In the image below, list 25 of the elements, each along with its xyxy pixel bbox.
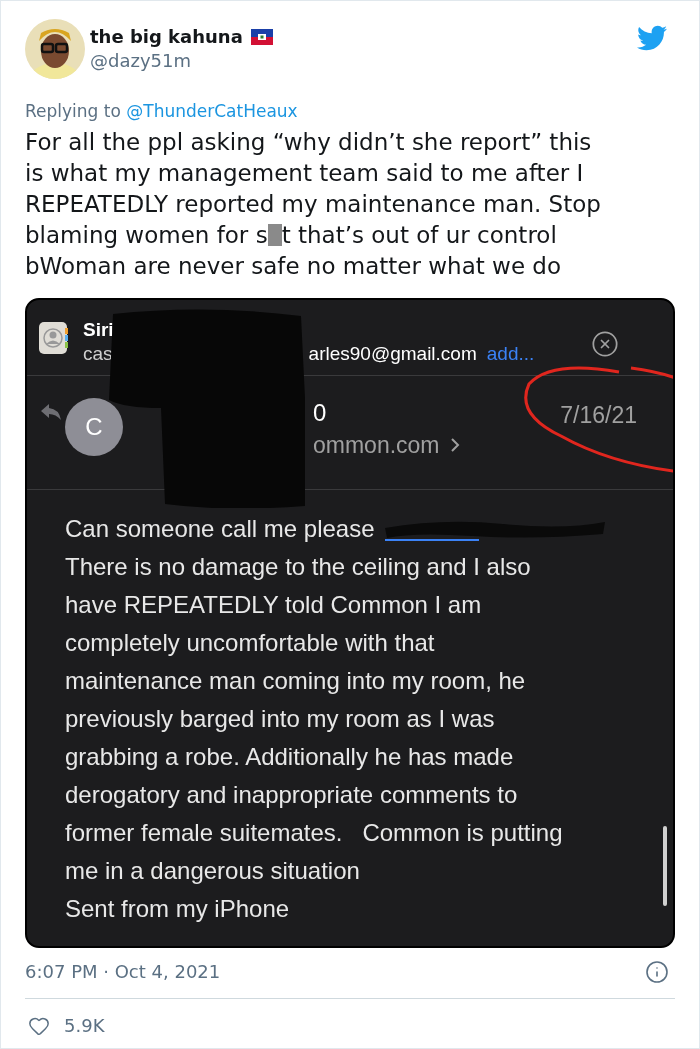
like-count: 5.9K [64, 1014, 105, 1038]
author-name[interactable]: the big kahuna [90, 25, 243, 49]
chevron-icon[interactable] [449, 437, 460, 453]
author-handle[interactable]: @dazy51m [90, 49, 273, 73]
email-date: 7/16/21 [560, 401, 637, 430]
info-icon[interactable] [645, 960, 669, 984]
close-icon[interactable] [591, 330, 619, 358]
contacts-icon [39, 322, 69, 354]
like-icon[interactable] [28, 1015, 50, 1037]
sender-name: 0 [313, 398, 328, 428]
twitter-bird-icon[interactable] [637, 23, 667, 53]
sender-address: ommon.com [313, 431, 440, 460]
reply-handle-link[interactable]: @ThunderCatHeaux [126, 101, 298, 121]
tweet-text: For all the ppl asking “why didn’t she report” this is what my management team said to me after I REPEATEDLY reported my maintenance man. Stop blaming women for s t that’s out of ur control bWoman are never safe no matter what we do [24, 128, 602, 281]
email-body: There is no damage to the ceiling and I also have REPEATEDLY told Common I am completely uncomfortable with that maintenance man coming into my room, he previously barged into my room as I was grabbing a robe. Additionally he has made derogatory and inappropriate comments to former female suitemates. Common is putting me in a dangerous situation Sent from my iPhone [65, 552, 563, 924]
banner-contact-start: cas [83, 342, 113, 366]
tweet-timestamp[interactable]: 6:07 PM · Oct 4, 2021 [25, 960, 221, 984]
flag-icon [250, 29, 273, 45]
email-first-line: Can someone call me please [65, 514, 375, 544]
add-contact-link[interactable]: add... [486, 342, 535, 366]
reply-icon [41, 404, 61, 420]
reply-label: Replying to [25, 101, 122, 121]
banner-email: arles90@gmail.com [308, 342, 477, 366]
banner-title: Siri [83, 318, 115, 342]
avatar [25, 19, 85, 79]
